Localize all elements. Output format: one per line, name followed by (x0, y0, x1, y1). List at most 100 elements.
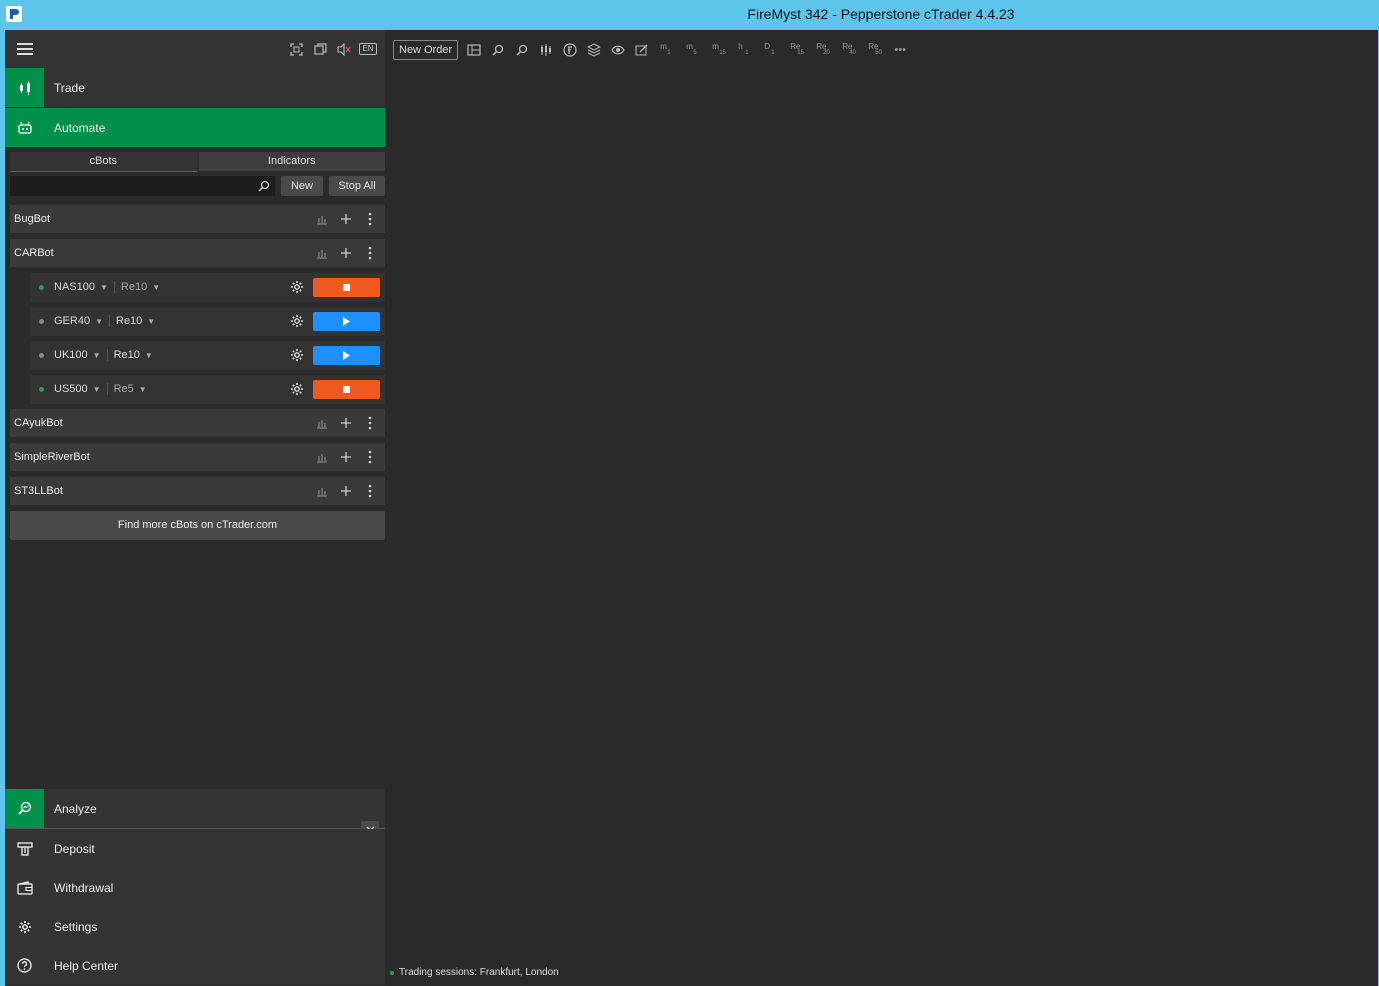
nav-help-center[interactable]: Help Center (5, 946, 385, 985)
indicators-icon[interactable] (562, 42, 578, 58)
add-instance-icon[interactable] (339, 449, 353, 465)
timeframe-re15[interactable]: Re 15 (788, 42, 806, 58)
search-box (10, 176, 275, 196)
stop-icon (343, 386, 350, 393)
instance-row-ger40[interactable]: GER40 ▼ Re10 ▼ (30, 307, 385, 337)
chevron-down-icon[interactable]: ▼ (139, 385, 147, 394)
bot-row-cayukbot[interactable]: CAyukBot (10, 409, 385, 437)
instance-row-us500[interactable]: US500 ▼ Re5 ▼ (30, 375, 385, 405)
timeframe-d1[interactable]: D1 (762, 42, 780, 58)
timeframe-re40[interactable]: Re 40 (840, 42, 858, 58)
add-instance-icon[interactable] (339, 211, 353, 227)
chevron-down-icon[interactable]: ▼ (145, 351, 153, 360)
trading-sessions-text: Trading sessions: Frankfurt, London (399, 967, 559, 978)
chevron-down-icon[interactable]: ▼ (147, 317, 155, 326)
add-instance-icon[interactable] (339, 245, 353, 261)
nav-settings[interactable]: Settings (5, 907, 385, 946)
timeframe-m5[interactable]: m5 (684, 42, 702, 58)
windows-icon[interactable] (313, 42, 327, 56)
nav-automate-label: Automate (54, 120, 106, 135)
stop-instance-button[interactable] (313, 278, 380, 297)
nav-analyze[interactable]: Analyze (5, 789, 385, 829)
drawing-tools-icon[interactable] (634, 42, 650, 58)
nav-withdrawal[interactable]: Withdrawal (5, 868, 385, 907)
layers-icon[interactable] (586, 42, 602, 58)
nav-deposit[interactable]: Deposit (5, 829, 385, 868)
bot-name: CARBot (14, 247, 54, 259)
new-order-button[interactable]: New Order (393, 40, 459, 60)
chart-type-icon[interactable] (538, 42, 554, 58)
timeframe-re20[interactable]: Re 20 (814, 42, 832, 58)
more-horizontal-icon[interactable]: ••• (892, 42, 908, 58)
more-vertical-icon[interactable] (363, 415, 377, 431)
more-vertical-icon[interactable] (363, 245, 377, 261)
gear-icon[interactable] (290, 280, 304, 294)
mute-icon[interactable] (337, 42, 351, 56)
candlestick-icon (5, 68, 44, 107)
nav-withdrawal-label: Withdrawal (54, 880, 114, 895)
nav-deposit-label: Deposit (54, 841, 95, 856)
fullscreen-icon[interactable] (289, 42, 303, 56)
gear-icon[interactable] (290, 382, 304, 396)
zoom-out-icon[interactable] (514, 42, 530, 58)
instance-symbol[interactable]: US500 (54, 383, 88, 395)
more-vertical-icon[interactable] (363, 483, 377, 499)
chevron-down-icon[interactable]: ▼ (152, 283, 160, 292)
instance-symbol[interactable]: GER40 (54, 315, 90, 327)
timeframe-h1[interactable]: h1 (736, 42, 754, 58)
zoom-in-icon[interactable] (490, 42, 506, 58)
layout-icon[interactable] (466, 42, 482, 58)
chevron-down-icon[interactable]: ▼ (93, 385, 101, 394)
bot-row-carbot[interactable]: CARBot (10, 239, 385, 267)
menu-icon[interactable] (17, 43, 33, 55)
instance-symbol[interactable]: NAS100 (54, 281, 95, 293)
instance-timeframe[interactable]: Re5 (114, 383, 134, 395)
sidebar: EN Trade Automate cBots Indicators New S… (5, 30, 385, 986)
backtest-icon[interactable] (315, 211, 329, 227)
nav-automate[interactable]: Automate (5, 108, 385, 147)
play-instance-button[interactable] (313, 312, 380, 331)
chevron-down-icon[interactable]: ▼ (100, 283, 108, 292)
search-icon[interactable] (258, 180, 270, 192)
instance-timeframe[interactable]: Re10 (116, 315, 142, 327)
bot-name: CAyukBot (14, 417, 63, 429)
instance-timeframe[interactable]: Re10 (114, 349, 140, 361)
instance-row-nas100[interactable]: NAS100 ▼ Re10 ▼ (30, 273, 385, 303)
chevron-down-icon[interactable]: ▼ (95, 317, 103, 326)
eye-icon[interactable] (610, 42, 626, 58)
timeframe-m15[interactable]: m 15 (710, 42, 728, 58)
nav-trade[interactable]: Trade (5, 68, 385, 107)
find-more-cbots-button[interactable]: Find more cBots on cTrader.com (10, 511, 385, 540)
bot-row-simpleriverbot[interactable]: SimpleRiverBot (10, 443, 385, 471)
bot-row-st3llbot[interactable]: ST3LLBot (10, 477, 385, 505)
add-instance-icon[interactable] (339, 483, 353, 499)
chevron-down-icon[interactable]: ▼ (93, 351, 101, 360)
instance-row-uk100[interactable]: UK100 ▼ Re10 ▼ (30, 341, 385, 371)
instance-symbol[interactable]: UK100 (54, 349, 88, 361)
status-dot (39, 319, 44, 324)
stop-all-button[interactable]: Stop All (329, 176, 385, 196)
backtest-icon[interactable] (315, 449, 329, 465)
tab-cbots[interactable]: cBots (10, 152, 197, 172)
backtest-icon[interactable] (315, 245, 329, 261)
gear-icon (5, 907, 44, 946)
language-icon[interactable]: EN (359, 42, 377, 56)
sidebar-header: EN (5, 30, 385, 68)
gear-icon[interactable] (290, 314, 304, 328)
search-input[interactable] (11, 178, 259, 196)
bot-row-bugbot[interactable]: BugBot (10, 205, 385, 233)
add-instance-icon[interactable] (339, 415, 353, 431)
chart-area[interactable]: New Order m1 m5 m 15 h1 D1 Re 15 Re 20 Re 40… (385, 30, 1378, 986)
more-vertical-icon[interactable] (363, 449, 377, 465)
timeframe-m1[interactable]: m1 (658, 42, 676, 58)
stop-instance-button[interactable] (313, 380, 380, 399)
more-vertical-icon[interactable] (363, 211, 377, 227)
backtest-icon[interactable] (315, 483, 329, 499)
tab-indicators[interactable]: Indicators (198, 152, 385, 171)
backtest-icon[interactable] (315, 415, 329, 431)
instance-timeframe[interactable]: Re10 (121, 281, 147, 293)
timeframe-re50[interactable]: Re 50 (866, 42, 884, 58)
new-button[interactable]: New (281, 176, 323, 196)
gear-icon[interactable] (290, 348, 304, 362)
play-instance-button[interactable] (313, 346, 380, 365)
